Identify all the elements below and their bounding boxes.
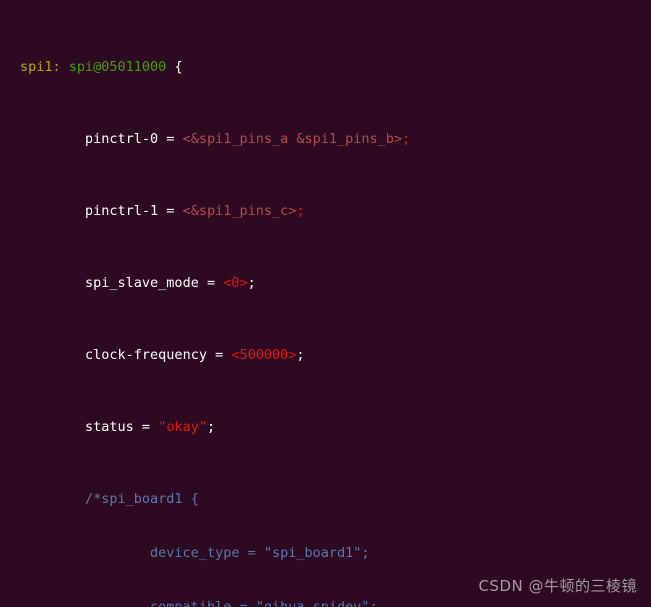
prop-pinctrl1-key: pinctrl-1 = [85, 203, 183, 219]
prop-pinctrl1-value: <&spi1_pins_c> [182, 203, 297, 219]
comment-block1-open: /*spi_board1 { [85, 491, 199, 507]
code-line-4: spi_slave_mode = <0>; [20, 274, 573, 292]
semicolon: ; [247, 275, 256, 291]
code-line-1: spi1: spi@05011000 { [20, 58, 573, 76]
prop-clockfreq-key: clock-frequency = [85, 347, 232, 363]
source-code-block[interactable]: spi1: spi@05011000 { pinctrl-0 = <&spi1_… [20, 4, 573, 607]
csdn-watermark: CSDN @牛顿的三棱镜 [478, 577, 637, 595]
prop-pinctrl0-key: pinctrl-0 = [85, 131, 183, 147]
prop-status-value: "okay" [158, 419, 207, 435]
comment-block1-device-type: device_type = "spi_board1"; [150, 545, 370, 561]
code-line-2: pinctrl-0 = <&spi1_pins_a &spi1_pins_b>; [20, 130, 573, 148]
comment-block1-compatible: compatible = "qihua,spidev"; [150, 599, 378, 607]
code-line-5: clock-frequency = <500000>; [20, 346, 573, 364]
prop-slavemode-value: <0> [223, 275, 248, 291]
code-line-9-comment: compatible = "qihua,spidev"; [20, 598, 573, 607]
prop-clockfreq-value: <500000> [231, 347, 297, 363]
prop-slavemode-key: spi_slave_mode = [85, 275, 224, 291]
code-line-7-comment-open: /*spi_board1 { [20, 490, 573, 508]
semicolon: ; [296, 203, 305, 219]
code-line-3: pinctrl-1 = <&spi1_pins_c>; [20, 202, 573, 220]
prop-pinctrl0-value: <&spi1_pins_a &spi1_pins_b> [182, 131, 403, 147]
code-line-6: status = "okay"; [20, 418, 573, 436]
code-editor-pane[interactable]: spi1: spi@05011000 { pinctrl-0 = <&spi1_… [0, 0, 651, 607]
prop-status-key: status = [85, 419, 159, 435]
semicolon: ; [296, 347, 305, 363]
code-line-8-comment: device_type = "spi_board1"; [20, 544, 573, 562]
node-name-spi: spi@05011000 [68, 59, 167, 75]
node-label-spi1: spi1: [20, 59, 61, 75]
open-brace-root: { [174, 59, 183, 75]
semicolon: ; [402, 131, 411, 147]
semicolon: ; [206, 419, 216, 435]
